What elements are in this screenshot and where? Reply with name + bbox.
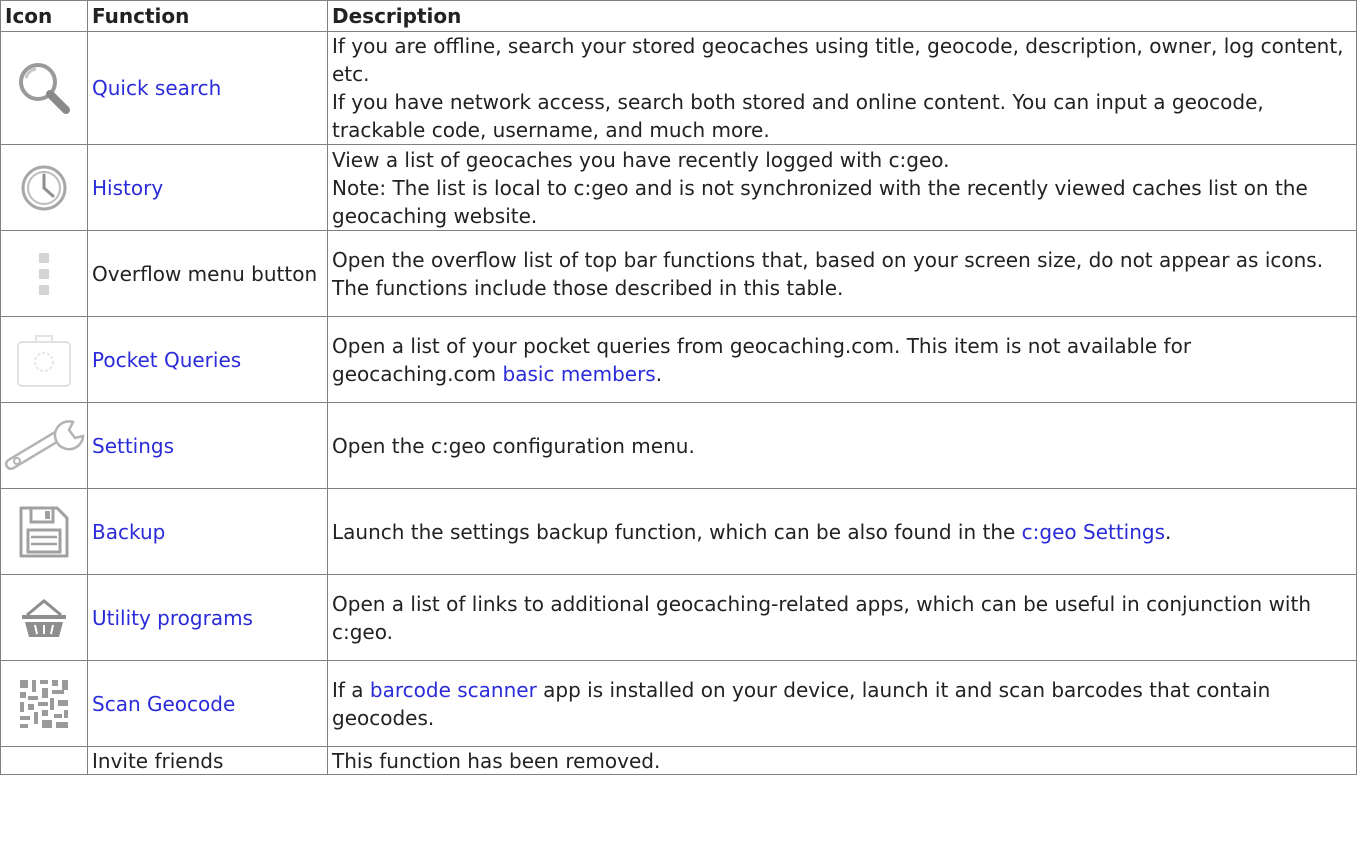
table-row: Backup Launch the settings backup functi… xyxy=(0,488,1357,575)
icon-cell xyxy=(0,230,88,317)
icon-cell-empty xyxy=(0,746,88,775)
function-cell: Invite friends xyxy=(87,746,328,775)
icon-cell xyxy=(0,31,88,145)
basket-icon xyxy=(22,598,66,637)
function-cell: Quick search xyxy=(87,31,328,145)
function-cell: Scan Geocode xyxy=(87,660,328,747)
description-cell: Open a list of links to additional geoca… xyxy=(327,574,1357,661)
scan-geocode-link[interactable]: Scan Geocode xyxy=(92,692,235,716)
description-line: Note: The list is local to c:geo and is … xyxy=(332,175,1308,228)
function-cell: Utility programs xyxy=(87,574,328,661)
table-row: Pocket Queries Open a list of your pocke… xyxy=(0,316,1357,403)
pocket-queries-link[interactable]: Pocket Queries xyxy=(92,348,241,372)
table-row: Overflow menu button Open the overflow l… xyxy=(0,230,1357,317)
description-cell: If a barcode scanner app is installed on… xyxy=(327,660,1357,747)
functions-table: Icon Function Description Quick search I… xyxy=(0,0,1357,775)
quick-search-link[interactable]: Quick search xyxy=(92,76,221,100)
table-row: History View a list of geocaches you hav… xyxy=(0,144,1357,231)
utility-programs-link[interactable]: Utility programs xyxy=(92,606,253,630)
function-cell: Settings xyxy=(87,402,328,489)
description-cell: This function has been removed. xyxy=(327,746,1357,775)
description-cell: View a list of geocaches you have recent… xyxy=(327,144,1357,231)
description-cell: Open the c:geo configuration menu. xyxy=(327,402,1357,489)
description-line: View a list of geocaches you have recent… xyxy=(332,147,950,172)
table-row: Quick search If you are offline, search … xyxy=(0,31,1357,145)
description-text: . xyxy=(655,361,663,386)
description-cell: Open a list of your pocket queries from … xyxy=(327,316,1357,403)
table-row: Invite friends This function has been re… xyxy=(0,746,1357,775)
icon-cell xyxy=(0,402,88,489)
description-cell: Launch the settings backup function, whi… xyxy=(327,488,1357,575)
pocket-queries-icon xyxy=(17,334,71,387)
history-clock-icon xyxy=(21,165,67,210)
backup-link[interactable]: Backup xyxy=(92,520,165,544)
description-text: Launch the settings backup function, whi… xyxy=(332,519,1022,544)
barcode-scanner-link[interactable]: barcode scanner xyxy=(370,678,537,702)
description-line: If you are offline, search your stored g… xyxy=(332,34,1344,86)
description-text: . xyxy=(1165,519,1172,544)
barcode-scan-icon xyxy=(20,679,68,728)
table-row: Utility programs Open a list of links to… xyxy=(0,574,1357,661)
header-icon: Icon xyxy=(0,0,88,32)
function-cell: Overflow menu button xyxy=(87,230,328,317)
table-row: Scan Geocode If a barcode scanner app is… xyxy=(0,660,1357,747)
description-cell: If you are offline, search your stored g… xyxy=(327,31,1357,145)
basic-members-link[interactable]: basic members xyxy=(503,362,656,386)
description-line: If you have network access, search both … xyxy=(332,90,1264,142)
header-description: Description xyxy=(327,0,1357,32)
icon-cell xyxy=(0,316,88,403)
icon-cell xyxy=(0,488,88,575)
description-text: Open a list of your pocket queries from … xyxy=(332,333,1192,386)
function-cell: History xyxy=(87,144,328,231)
floppy-disk-icon xyxy=(19,506,69,557)
table-row: Settings Open the c:geo configuration me… xyxy=(0,402,1357,489)
settings-link[interactable]: Settings xyxy=(92,434,174,458)
cgeo-settings-link[interactable]: c:geo Settings xyxy=(1022,520,1165,544)
history-link[interactable]: History xyxy=(92,176,163,200)
search-magnifier-icon xyxy=(19,63,70,114)
overflow-menu-icon xyxy=(39,252,49,295)
function-cell: Pocket Queries xyxy=(87,316,328,403)
icon-cell xyxy=(0,660,88,747)
header-function: Function xyxy=(87,0,328,32)
icon-cell xyxy=(0,574,88,661)
function-cell: Backup xyxy=(87,488,328,575)
wrench-icon xyxy=(5,419,85,470)
description-text: If a xyxy=(332,677,370,702)
icon-cell xyxy=(0,144,88,231)
table-header-row: Icon Function Description xyxy=(0,0,1357,32)
description-cell: Open the overflow list of top bar functi… xyxy=(327,230,1357,317)
